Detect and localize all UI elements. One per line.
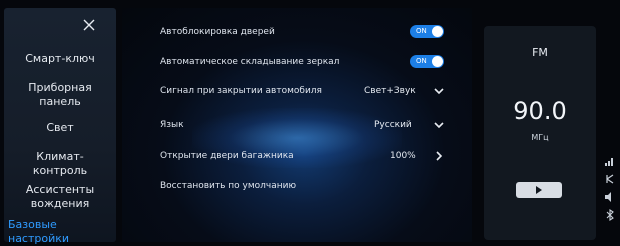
radio-band: FM [532, 46, 548, 59]
sidebar-item-label: Свет [46, 121, 74, 134]
trunk-opening-value: 100% [390, 151, 416, 161]
sidebar-item-label: Ассистенты вождения [25, 183, 95, 210]
setting-label: Автоматическое складывание зеркал [160, 57, 340, 67]
auto-mirror-fold-toggle[interactable]: ON [410, 55, 444, 68]
play-icon [536, 186, 542, 194]
radio-frequency-unit: МГц [531, 133, 549, 142]
setting-row-lock-signal[interactable]: Сигнал при закрытии автомобиля Свет+Звук [160, 81, 460, 101]
settings-panel: Автоблокировка дверей ON Автоматическое … [122, 8, 472, 242]
setting-label: Открытие двери багажника [160, 151, 294, 161]
setting-label: Автоблокировка дверей [160, 27, 275, 37]
setting-row-language[interactable]: Язык Русский [160, 115, 460, 135]
toggle-knob [432, 56, 443, 67]
restore-defaults-button[interactable]: Восстановить по умолчанию [160, 176, 460, 196]
volume-icon [604, 188, 618, 202]
bluetooth-icon [604, 206, 618, 222]
infotainment-screen: Смарт-ключ Приборная панель Свет Климат-к… [0, 0, 620, 245]
connection-icon [604, 170, 618, 184]
chevron-down-icon [434, 88, 444, 95]
sidebar-item-smart-key[interactable]: Смарт-ключ [4, 52, 116, 66]
setting-row-trunk-opening[interactable]: Открытие двери багажника 100% [160, 146, 460, 166]
setting-label: Язык [160, 120, 184, 130]
close-icon [83, 19, 95, 31]
lock-signal-value: Свет+Звук [364, 86, 416, 96]
setting-row-auto-mirror-fold: Автоматическое складывание зеркал ON [160, 52, 460, 72]
radio-widget[interactable]: FM 90.0 МГц [484, 26, 596, 240]
toggle-knob [432, 26, 443, 37]
language-value: Русский [374, 120, 412, 130]
sidebar-item-climate-control[interactable]: Климат-контроль [4, 150, 116, 178]
chevron-down-icon [434, 122, 444, 129]
close-button[interactable] [76, 14, 102, 36]
toggle-state-label: ON [416, 27, 427, 35]
radio-frequency: 90.0 [513, 97, 567, 125]
sidebar-item-label: Приборная панель [28, 81, 92, 108]
setting-row-auto-door-lock: Автоблокировка дверей ON [160, 22, 460, 42]
sidebar-item-instrument-panel[interactable]: Приборная панель [4, 81, 116, 109]
sidebar-item-label: Климат-контроль [32, 150, 88, 177]
signal-icon [604, 152, 618, 166]
sidebar-item-label: Смарт-ключ [25, 52, 95, 65]
status-icons [604, 152, 618, 238]
setting-label: Восстановить по умолчанию [160, 181, 297, 191]
toggle-state-label: ON [416, 57, 427, 65]
chevron-right-icon [436, 151, 443, 161]
settings-sidebar: Смарт-ключ Приборная панель Свет Климат-к… [4, 8, 116, 245]
sidebar-item-driving-assistants[interactable]: Ассистенты вождения [4, 183, 116, 211]
auto-door-lock-toggle[interactable]: ON [410, 25, 444, 38]
setting-label: Сигнал при закрытии автомобиля [160, 86, 322, 96]
sidebar-item-lights[interactable]: Свет [4, 121, 116, 135]
sidebar-item-label: Базовые настройки [8, 218, 70, 245]
play-button[interactable] [516, 182, 562, 198]
